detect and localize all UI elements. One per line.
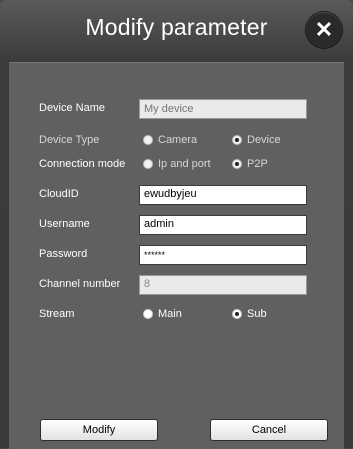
cloud-id-label: CloudID [39,188,79,200]
password-row: Password ****** [9,245,344,265]
username-input[interactable]: admin [139,215,307,235]
cloud-id-input[interactable]: ewudbyjeu [139,185,307,205]
device-name-label: Device Name [39,102,106,114]
stream-sub-option[interactable]: Sub [232,308,267,320]
cancel-button[interactable]: Cancel [210,419,328,441]
channel-number-input[interactable]: 8 [139,275,307,295]
stream-main-label: Main [158,308,182,320]
device-type-device-option[interactable]: Device [232,134,281,146]
cloud-id-row: CloudID ewudbyjeu [9,185,344,205]
connection-mode-p2p-option[interactable]: P2P [232,158,268,170]
device-name-row: Device Name [9,99,344,119]
form-panel: Device Name Device Type Camera Device Co… [9,62,344,449]
connection-mode-ip-radio[interactable] [143,159,153,169]
password-label: Password [39,248,88,260]
stream-row: Stream Main Sub [9,305,344,325]
password-input[interactable]: ****** [139,245,307,265]
connection-mode-ip-option[interactable]: Ip and port [143,158,211,170]
connection-mode-row: Connection mode Ip and port P2P [9,155,344,175]
device-name-input[interactable] [139,99,307,119]
connection-mode-label: Connection mode [39,158,126,170]
device-type-device-label: Device [247,134,281,146]
username-label: Username [39,218,90,230]
stream-sub-radio[interactable] [232,309,242,319]
device-type-label: Device Type [39,134,100,146]
username-row: Username admin [9,215,344,235]
channel-number-row: Channel number 8 [9,275,344,295]
device-type-camera-radio[interactable] [143,135,153,145]
modify-parameter-dialog: Modify parameter ✕ Device Name Device Ty… [0,0,353,449]
connection-mode-p2p-radio[interactable] [232,159,242,169]
modify-button[interactable]: Modify [40,419,158,441]
stream-label: Stream [39,308,75,320]
close-icon: ✕ [314,17,334,42]
connection-mode-ip-label: Ip and port [158,158,211,170]
device-type-row: Device Type Camera Device [9,131,344,151]
stream-main-option[interactable]: Main [143,308,182,320]
stream-sub-label: Sub [247,308,267,320]
connection-mode-p2p-label: P2P [247,158,268,170]
device-type-camera-label: Camera [158,134,198,146]
dialog-title: Modify parameter [85,14,268,40]
device-type-camera-option[interactable]: Camera [143,134,197,146]
cloud-id-value: ewudbyjeu [144,188,197,200]
device-type-device-radio[interactable] [232,135,242,145]
stream-main-radio[interactable] [143,309,153,319]
channel-number-label: Channel number [39,278,121,290]
close-button[interactable]: ✕ [306,12,342,48]
